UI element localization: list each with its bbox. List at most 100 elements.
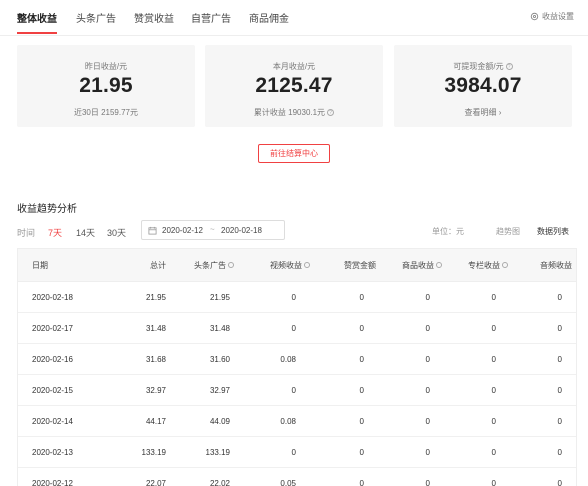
cell-appreciation: 0	[359, 416, 364, 426]
table-body: 2020-02-18 21.95 21.95 0 0 0 0 0 2020-02-17 31.48…	[18, 282, 576, 486]
range-30-days[interactable]: 30天	[107, 226, 126, 239]
card-value: 21.95	[79, 74, 133, 97]
time-label: 时间	[17, 228, 36, 238]
card-value: 3984.07	[444, 74, 522, 97]
settlement-center-button[interactable]: 前往结算中心	[258, 144, 330, 163]
calendar-icon	[148, 226, 157, 235]
tab-appreciation-income[interactable]: 赞赏收益	[134, 10, 174, 25]
range-14-days[interactable]: 14天	[76, 226, 95, 239]
info-icon[interactable]	[228, 262, 234, 268]
income-settings-label: 收益设置	[542, 12, 574, 21]
cell-video-income: 0.05	[280, 478, 296, 486]
cell-product-income: 0	[425, 385, 430, 395]
tab-overall-income[interactable]: 整体收益	[17, 10, 57, 25]
header-label: 视频收益	[270, 260, 302, 270]
cell-product-income: 0	[425, 354, 430, 364]
card-value: 2125.47	[255, 74, 333, 97]
cell-appreciation: 0	[359, 447, 364, 457]
cell-date: 2020-02-13	[32, 447, 73, 457]
header-toutiao-ads: 头条广告	[178, 249, 234, 281]
cell-audio-income: 0	[557, 447, 562, 457]
date-separator: ~	[210, 225, 215, 234]
cell-appreciation: 0	[359, 478, 364, 486]
cell-date: 2020-02-15	[32, 385, 73, 395]
cell-audio-income: 0	[557, 354, 562, 364]
cell-toutiao-ads: 32.97	[209, 385, 230, 395]
cell-total: 21.95	[145, 292, 166, 302]
cell-audio-income: 0	[557, 385, 562, 395]
cell-video-income: 0	[291, 385, 296, 395]
unit-label: 单位：元	[432, 227, 464, 236]
view-details-link[interactable]: 查看明细 ›	[394, 107, 572, 118]
header-label: 音频收益	[540, 260, 572, 270]
card-sub: 累计收益 19030.1元?	[205, 107, 383, 118]
active-tab-indicator	[17, 32, 57, 34]
card-label-text: 可提现金额/元	[453, 62, 504, 71]
info-icon[interactable]: ?	[327, 109, 335, 117]
header-date: 日期	[32, 249, 48, 281]
cell-column-income: 0	[491, 478, 496, 486]
cell-product-income: 0	[425, 292, 430, 302]
cell-audio-income: 0	[557, 478, 562, 486]
header-audio-income: 音频收益	[512, 249, 572, 281]
info-icon[interactable]	[502, 262, 508, 268]
cell-toutiao-ads: 31.60	[209, 354, 230, 364]
tab-self-ads[interactable]: 自营广告	[191, 10, 231, 25]
cell-toutiao-ads: 31.48	[209, 323, 230, 333]
cell-date: 2020-02-16	[32, 354, 73, 364]
cell-date: 2020-02-18	[32, 292, 73, 302]
cell-product-income: 0	[425, 416, 430, 426]
cell-total: 31.68	[145, 354, 166, 364]
cell-column-income: 0	[491, 447, 496, 457]
cell-total: 133.19	[141, 447, 166, 457]
date-start: 2020-02-12	[162, 226, 203, 235]
range-7-days[interactable]: 7天	[48, 226, 62, 239]
cell-column-income: 0	[491, 354, 496, 364]
cell-appreciation: 0	[359, 323, 364, 333]
card-yesterday-income: 昨日收益/元 21.95 近30日 2159.77元	[17, 45, 195, 127]
header-label: 专栏收益	[468, 260, 500, 270]
info-icon[interactable]	[436, 262, 442, 268]
card-withdrawable: 可提现金额/元? 3984.07 查看明细 ›	[394, 45, 572, 127]
cell-video-income: 0	[291, 292, 296, 302]
cell-product-income: 0	[425, 323, 430, 333]
cell-column-income: 0	[491, 292, 496, 302]
trend-chart-toggle[interactable]: 趋势图	[496, 226, 520, 237]
cell-video-income: 0	[291, 323, 296, 333]
date-range-picker[interactable]: 2020-02-12 ~ 2020-02-18	[141, 220, 285, 240]
section-title: 收益趋势分析	[17, 204, 77, 215]
cell-product-income: 0	[425, 447, 430, 457]
tab-commission[interactable]: 商品佣金	[249, 10, 289, 25]
cell-total: 22.07	[145, 478, 166, 486]
cell-appreciation: 0	[359, 292, 364, 302]
cell-audio-income: 0	[557, 323, 562, 333]
cell-toutiao-ads: 44.09	[209, 416, 230, 426]
income-settings-link[interactable]: 收益设置	[530, 11, 574, 22]
cell-date: 2020-02-12	[32, 478, 73, 486]
cell-total: 44.17	[145, 416, 166, 426]
card-sub-text: 累计收益 19030.1元	[253, 108, 326, 117]
income-table: 日期 总计 头条广告 视频收益 赞赏金额 商品收益 专栏收益 音频收益 2020…	[17, 248, 577, 486]
header-label: 总计	[150, 260, 166, 270]
tab-toutiao-ads[interactable]: 头条广告	[76, 10, 116, 25]
table-header: 日期 总计 头条广告 视频收益 赞赏金额 商品收益 专栏收益 音频收益	[18, 249, 576, 282]
header-label: 日期	[32, 260, 48, 270]
header-column-income: 专栏收益	[444, 249, 508, 281]
top-tab-bar: 整体收益 头条广告 赞赏收益 自营广告 商品佣金 收益设置	[0, 0, 588, 36]
table-row: 2020-02-17 31.48 31.48 0 0 0 0 0	[18, 313, 576, 344]
card-label: 昨日收益/元	[84, 62, 128, 71]
cell-video-income: 0	[291, 447, 296, 457]
header-product-income: 商品收益	[376, 249, 442, 281]
cell-toutiao-ads: 133.19	[205, 447, 230, 457]
header-video-income: 视频收益	[244, 249, 310, 281]
card-label: 本月收益/元	[272, 62, 316, 71]
cell-audio-income: 0	[557, 416, 562, 426]
data-list-toggle[interactable]: 数据列表	[537, 226, 569, 237]
info-icon[interactable]	[304, 262, 310, 268]
info-icon[interactable]: ?	[505, 63, 513, 71]
table-row: 2020-02-15 32.97 32.97 0 0 0 0 0	[18, 375, 576, 406]
cell-video-income: 0.08	[280, 354, 296, 364]
cell-toutiao-ads: 21.95	[209, 292, 230, 302]
cell-total: 31.48	[145, 323, 166, 333]
cell-date: 2020-02-17	[32, 323, 73, 333]
